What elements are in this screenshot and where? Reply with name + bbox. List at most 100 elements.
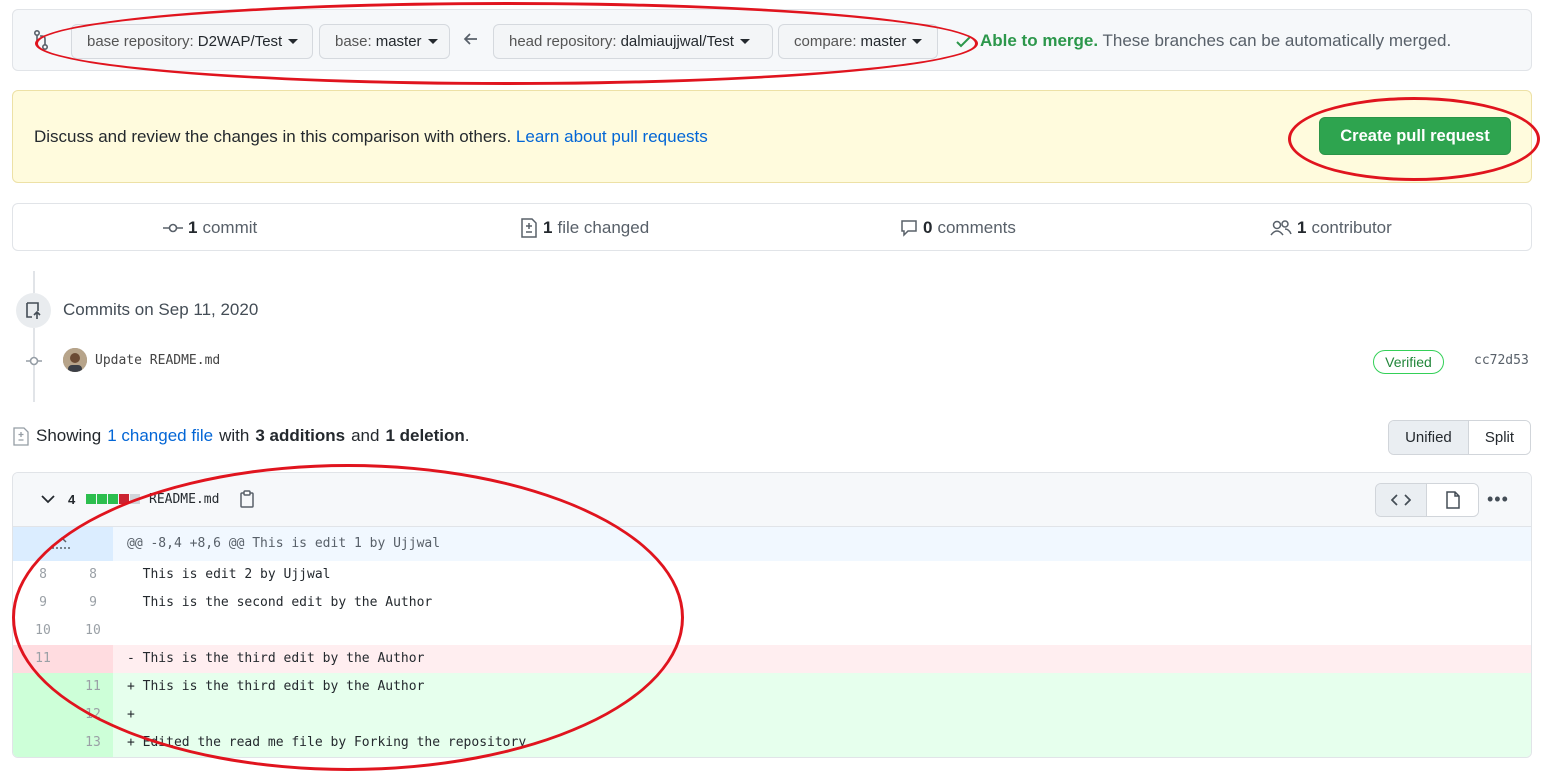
code-line: - This is the third edit by the Author: [127, 651, 425, 666]
comments-label: comments: [937, 218, 1016, 237]
base-branch-label: base:: [335, 33, 372, 50]
diff-line-context: 99 This is the second edit by the Author: [13, 589, 1531, 617]
base-repository-select[interactable]: base repository: D2WAP/Test: [71, 24, 313, 59]
view-mode-toggle: [1375, 483, 1479, 517]
flash-text: Discuss and review the changes in this c…: [34, 127, 516, 146]
new-line-number[interactable]: 10: [68, 617, 118, 645]
compare-branch-value: master: [860, 33, 907, 50]
new-line-number[interactable]: 12: [68, 701, 118, 729]
head-repository-select[interactable]: head repository: dalmiaujjwal/Test: [493, 24, 773, 59]
file-icon[interactable]: [1427, 484, 1478, 516]
new-line-number[interactable]: 11: [68, 673, 118, 701]
merge-status-label: Able to merge.: [980, 31, 1099, 50]
kebab-horizontal-icon[interactable]: •••: [1487, 489, 1509, 510]
diffstat-delete: [119, 494, 129, 504]
diff-line-addition: 12 +: [13, 701, 1531, 729]
file-header: 4 README.md •••: [13, 473, 1531, 527]
code-line: This is the second edit by the Author: [127, 595, 433, 610]
commits-label: commit: [202, 218, 258, 237]
commits-tab[interactable]: 1 commit: [163, 218, 257, 238]
repo-push-icon: [16, 293, 51, 328]
diffstat-neutral: [130, 494, 140, 504]
chevron-down-icon[interactable]: [41, 495, 55, 504]
diff-line-deletion: 11 - This is the third edit by the Author: [13, 645, 1531, 673]
code-icon[interactable]: [1376, 484, 1428, 516]
file-diff: 4 README.md ••• @@ -8,4 +8,6 @@ This is …: [12, 472, 1532, 758]
old-line-number[interactable]: 8: [18, 561, 68, 589]
diffstat-add: [97, 494, 107, 504]
new-line-number[interactable]: 9: [68, 589, 118, 617]
diffstat-add: [108, 494, 118, 504]
toc-period: .: [464, 426, 470, 445]
comments-count: 0: [923, 218, 933, 237]
file-diff-icon: [13, 426, 29, 446]
expand-up-icon[interactable]: [13, 527, 113, 561]
new-line-number[interactable]: 8: [68, 561, 118, 589]
timeline-line: [33, 271, 35, 293]
new-line-number[interactable]: 13: [68, 729, 118, 757]
diff-summary: Showing 1 changed file with 3 additions …: [13, 426, 470, 446]
caret-down-icon: [288, 39, 299, 44]
diff-line-context: 88 This is edit 2 by Ujjwal: [13, 561, 1531, 589]
comparison-summary: 1 commit 1 file changed 0 comments 1 contrib…: [12, 203, 1532, 251]
toc-showing: Showing: [36, 426, 102, 445]
code-line: + Edited the read me file by Forking the…: [127, 735, 527, 750]
old-line-number[interactable]: 10: [18, 617, 68, 645]
unified-view-button[interactable]: Unified: [1389, 421, 1469, 454]
merge-status: Able to merge. These branches can be aut…: [980, 31, 1451, 51]
contributors-tab[interactable]: 1 contributor: [1270, 218, 1392, 238]
commit-sha-link[interactable]: cc72d53: [1474, 353, 1529, 368]
commit-message-link[interactable]: Update README.md: [95, 353, 220, 368]
commits-date-heading: Commits on Sep 11, 2020: [63, 300, 259, 319]
deletions-count: 1 deletion: [385, 426, 465, 445]
old-line-number[interactable]: 9: [18, 589, 68, 617]
comments-tab[interactable]: 0 comments: [900, 218, 1016, 238]
code-line: + This is the third edit by the Author: [127, 679, 425, 694]
create-pull-request-button[interactable]: Create pull request: [1319, 117, 1511, 155]
pull-request-flash: Discuss and review the changes in this c…: [12, 90, 1532, 183]
additions-count: 3 additions: [255, 426, 346, 445]
code-line: This is edit 2 by Ujjwal: [127, 567, 331, 582]
files-label: file changed: [557, 218, 650, 237]
merge-status-detail: These branches can be automatically merg…: [1098, 31, 1452, 50]
avatar[interactable]: [63, 348, 87, 372]
caret-down-icon: [739, 39, 750, 44]
diff-line-context: 10 10: [13, 617, 1531, 645]
caret-down-icon: [912, 39, 923, 44]
people-icon: [1270, 220, 1292, 236]
split-view-button[interactable]: Split: [1468, 421, 1530, 454]
files-changed-tab[interactable]: 1 file changed: [520, 218, 649, 238]
hunk-header: @@ -8,4 +8,6 @@ This is edit 1 by Ujjwal: [13, 527, 1531, 561]
diff-line-addition: 11 + This is the third edit by the Author: [13, 673, 1531, 701]
hunk-header-text: @@ -8,4 +8,6 @@ This is edit 1 by Ujjwal: [127, 536, 441, 551]
commits-count: 1: [188, 218, 198, 237]
toc-and: and: [351, 426, 380, 445]
comment-icon: [901, 220, 917, 237]
file-diff-icon: [521, 218, 537, 238]
commit-icon: [26, 356, 42, 366]
compare-branch-select[interactable]: compare: master: [778, 24, 938, 59]
diffstat-add: [86, 494, 96, 504]
base-branch-select[interactable]: base: master: [319, 24, 450, 59]
toc-with: with: [219, 426, 250, 445]
base-branch-value: master: [375, 33, 422, 50]
diff-line-addition: 13 + Edited the read me file by Forking t…: [13, 729, 1531, 757]
check-icon: [956, 36, 971, 48]
file-change-count: 4: [68, 492, 76, 507]
commit-icon: [163, 223, 183, 233]
learn-pull-requests-link[interactable]: Learn about pull requests: [516, 127, 708, 146]
caret-down-icon: [427, 39, 438, 44]
contributors-count: 1: [1297, 218, 1307, 237]
contributors-label: contributor: [1311, 218, 1392, 237]
head-repository-value: dalmiaujjwal/Test: [620, 33, 734, 50]
file-name-link[interactable]: README.md: [149, 492, 219, 507]
files-count: 1: [543, 218, 553, 237]
old-line-number[interactable]: 11: [18, 645, 68, 673]
code-line: +: [127, 707, 135, 722]
changed-files-link[interactable]: 1 changed file: [107, 426, 213, 446]
arrow-left-icon: [463, 33, 477, 45]
base-repository-label: base repository:: [87, 33, 194, 50]
diffstat-bar: [86, 494, 140, 504]
clipboard-icon[interactable]: [239, 490, 255, 508]
verified-badge[interactable]: Verified: [1373, 350, 1444, 374]
